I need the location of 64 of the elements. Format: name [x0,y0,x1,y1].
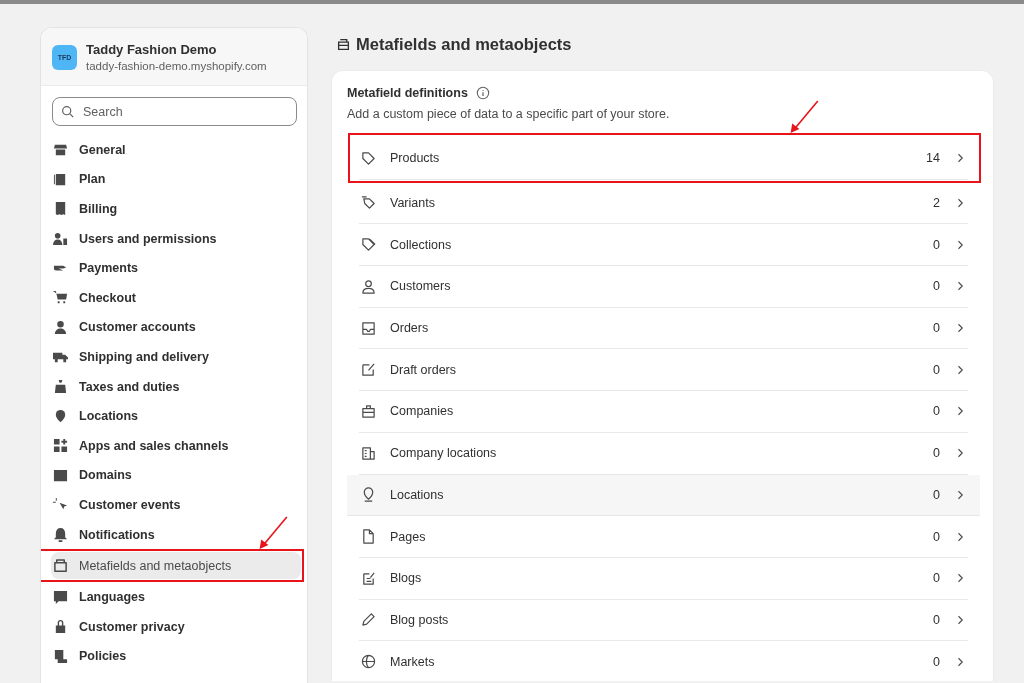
definition-row[interactable]: Variants 2 [359,182,968,225]
tag-icon [361,150,376,166]
sidebar-item[interactable]: Metafields and metaobjects [51,552,301,580]
box-icon [337,38,350,51]
tags-icon [361,237,376,253]
sidebar-item[interactable]: Taxes and duties [51,371,297,402]
briefcase-icon [361,403,376,419]
sidebar-item[interactable]: Policies [51,641,297,672]
book-icon [53,171,68,187]
person-icon [53,319,68,335]
definition-row[interactable]: Collections 0 [359,224,968,267]
info-icon[interactable] [475,86,490,100]
sidebar-item[interactable]: Plan [51,164,297,195]
grid-icon [53,438,68,454]
sidebar-item[interactable]: Billing [51,194,297,224]
sidebar-item[interactable]: Notifications [51,519,297,550]
sidebar-item[interactable]: Customer privacy [51,611,297,642]
sidebar-item[interactable]: Shipping and delivery [51,342,297,372]
sidebar-item[interactable]: Apps and sales channels [51,430,297,461]
sidebar-item[interactable]: General [51,135,297,165]
definition-row[interactable]: Company locations 0 [359,432,968,475]
definition-row[interactable]: Pages 0 [359,516,968,558]
sidebar-item[interactable]: Locations [51,401,297,431]
speech-icon [53,589,68,605]
sidebar-item[interactable]: Customer accounts [51,312,297,343]
store-domain: taddy-fashion-demo.myshopify.com [86,60,267,72]
sidebar-item[interactable]: Users and permissions [51,223,297,254]
section-title: Metafield definitions [347,86,468,100]
store-name: Taddy Fashion Demo [86,42,218,57]
file-icon [361,529,376,545]
edit-icon [361,362,376,378]
inbox-icon [361,320,376,336]
sidebar-item[interactable]: Languages [51,582,297,612]
bell-icon [53,527,68,542]
pencil-icon [361,612,376,628]
cart-icon [53,290,68,306]
person-icon [361,278,376,294]
definition-row[interactable]: Customers 0 [359,266,968,308]
edit-icon [361,570,376,586]
pin-icon [361,487,376,503]
definition-row[interactable]: Products 14 [359,138,968,180]
store-icon [53,142,68,158]
users-icon [53,231,68,247]
definition-row[interactable]: Blog posts 0 [359,599,968,642]
globe-icon [361,654,376,670]
sidebar-item[interactable]: Checkout [51,282,297,313]
tags-icon [361,195,376,211]
definition-row[interactable]: Locations 0 [347,474,980,517]
sidebar-item[interactable]: Payments [51,253,297,283]
definition-row[interactable]: Markets 0 [359,641,968,681]
definition-row[interactable]: Blogs 0 [359,557,968,600]
definition-row[interactable]: Companies 0 [359,391,968,433]
sidebar-item[interactable]: Domains [51,460,297,491]
lock-icon [53,619,68,635]
page-title: Metafields and metaobjects [356,35,572,54]
search-field[interactable]: Search [52,97,297,126]
definition-row[interactable]: Orders 0 [359,307,968,350]
sidebar-item[interactable]: Customer events [51,490,297,520]
pin-icon [53,408,68,424]
building-icon [361,445,376,461]
section-description: Add a custom piece of data to a specific part of your store. [347,107,671,121]
definition-row[interactable]: Draft orders 0 [359,349,968,392]
box-icon [53,558,68,574]
search-icon [61,105,74,118]
